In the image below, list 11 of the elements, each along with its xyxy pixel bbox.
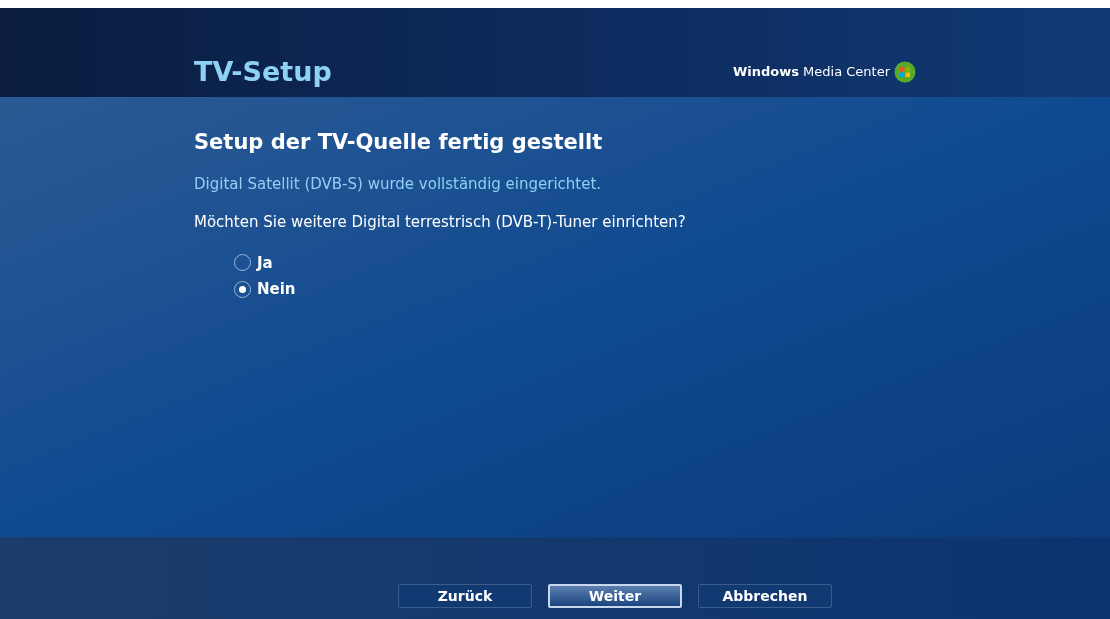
radio-option[interactable]: Ja [234, 251, 916, 274]
radio-option[interactable]: Nein [234, 278, 916, 301]
footer-button[interactable]: Weiter [548, 584, 682, 608]
question-text: Möchten Sie weitere Digital terrestrisch (DVB-T)-Tuner einrichten? [194, 212, 687, 233]
status-message: Digital Satellit (DVB-S) wurde vollständig eingerichtet. [194, 173, 603, 195]
footer-button[interactable]: Zurück [398, 584, 532, 608]
section-heading: Setup der TV-Quelle fertig gestellt [194, 129, 604, 156]
brand-label: Windows Media Center [732, 63, 890, 82]
page-title: TV-Setup [194, 58, 332, 85]
footer-button[interactable]: Abbrechen [698, 584, 832, 608]
logo-icon [894, 61, 916, 83]
